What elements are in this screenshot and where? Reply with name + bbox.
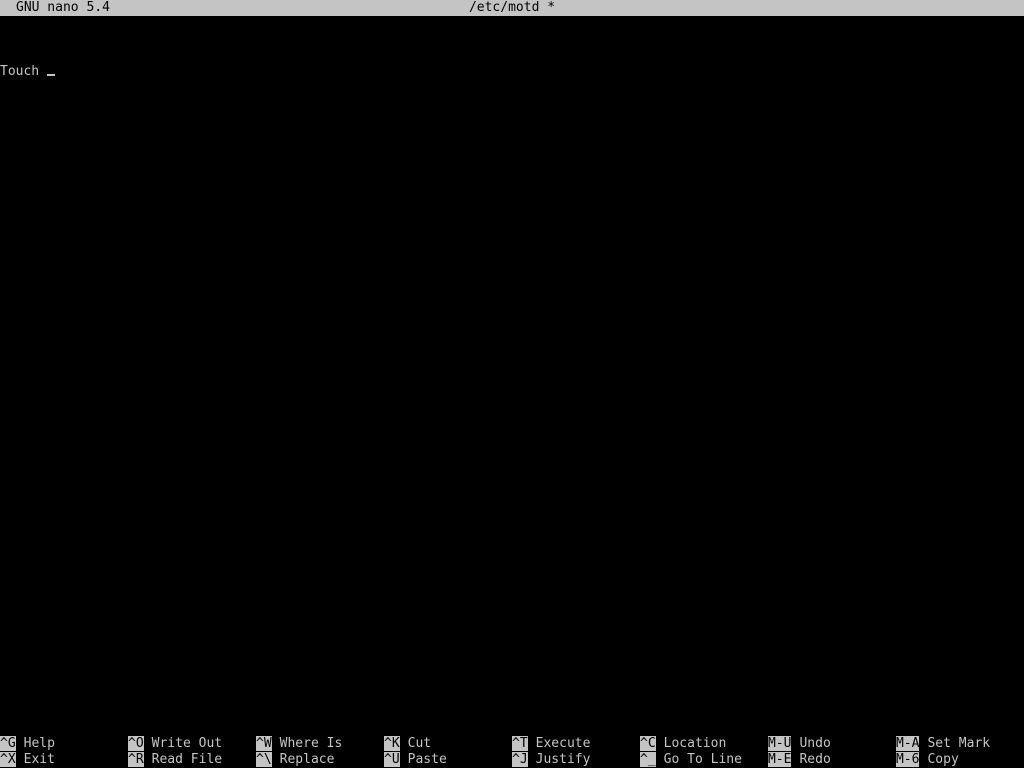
shortcut-read-file[interactable]: ^R Read File (128, 752, 222, 768)
shortcut-write-out[interactable]: ^O Write Out (128, 736, 222, 752)
shortcut-exit[interactable]: ^X Exit (0, 752, 55, 768)
shortcut-location[interactable]: ^C Location (640, 736, 726, 752)
shortcut-copy[interactable]: M-6 Copy (896, 752, 959, 768)
shortcut-set-mark[interactable]: M-A Set Mark (896, 736, 990, 752)
file-name: /etc/motd * (468, 0, 556, 15)
shortcut-label: Replace (279, 752, 335, 767)
shortcut-key: ^K (384, 736, 400, 751)
shortcut-label: Execute (535, 736, 591, 751)
shortcut-paste[interactable]: ^U Paste (384, 752, 447, 768)
shortcut-key: ^G (0, 736, 16, 751)
shortcut-key: M-U (768, 736, 792, 751)
shortcut-redo[interactable]: M-E Redo (768, 752, 831, 768)
shortcut-label: Help (23, 736, 55, 751)
editor-line[interactable]: Touch (0, 64, 1024, 80)
shortcut-key: M-E (768, 752, 792, 767)
shortcut-key: ^O (128, 736, 144, 751)
shortcut-key: ^_ (640, 752, 656, 767)
text-cursor (47, 74, 56, 76)
shortcut-label: Redo (799, 752, 831, 767)
shortcut-label: Undo (799, 736, 831, 751)
shortcut-key: ^\ (256, 752, 272, 767)
shortcut-row-2: ^X Exit ^R Read File ^\ Replace ^U Paste ^J J… (0, 752, 1024, 768)
shortcut-cut[interactable]: ^K Cut (384, 736, 431, 752)
shortcut-label: Paste (407, 752, 447, 767)
editor-line-text: Touch (0, 64, 40, 79)
shortcut-label: Read File (151, 752, 223, 767)
app-version: GNU nano 5.4 (16, 0, 110, 15)
shortcut-key: ^T (512, 736, 528, 751)
shortcut-label: Exit (23, 752, 55, 767)
shortcut-row-1: ^G Help ^O Write Out ^W Where Is ^K Cut ^T Ex… (0, 736, 1024, 752)
shortcut-key: M-6 (896, 752, 920, 767)
shortcut-key: ^C (640, 736, 656, 751)
shortcut-where-is[interactable]: ^W Where Is (256, 736, 342, 752)
shortcut-label: Write Out (151, 736, 223, 751)
shortcut-key: M-A (896, 736, 920, 751)
editor-area[interactable]: Touch (0, 32, 1024, 722)
shortcut-key: ^R (128, 752, 144, 767)
shortcut-replace[interactable]: ^\ Replace (256, 752, 334, 768)
shortcut-key: ^W (256, 736, 272, 751)
shortcut-go-to-line[interactable]: ^_ Go To Line (640, 752, 742, 768)
shortcut-label: Where Is (279, 736, 343, 751)
shortcut-help[interactable]: ^G Help (0, 736, 55, 752)
shortcut-label: Set Mark (927, 736, 991, 751)
shortcut-label: Justify (535, 752, 591, 767)
shortcut-execute[interactable]: ^T Execute (512, 736, 590, 752)
shortcut-label: Go To Line (663, 752, 742, 767)
title-bar: /etc/motd * GNU nano 5.4 (0, 0, 1024, 16)
shortcut-label: Copy (927, 752, 959, 767)
shortcut-bar: ^G Help ^O Write Out ^W Where Is ^K Cut ^T Ex… (0, 736, 1024, 768)
shortcut-key: ^X (0, 752, 16, 767)
shortcut-undo[interactable]: M-U Undo (768, 736, 831, 752)
shortcut-key: ^U (384, 752, 400, 767)
shortcut-justify[interactable]: ^J Justify (512, 752, 590, 768)
shortcut-label: Location (663, 736, 727, 751)
shortcut-key: ^J (512, 752, 528, 767)
shortcut-label: Cut (407, 736, 432, 751)
